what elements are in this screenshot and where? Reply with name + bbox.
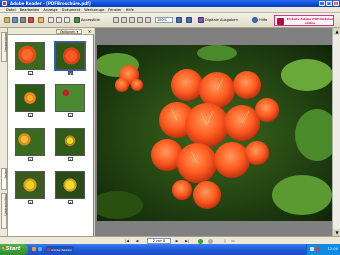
status-bar: |◀ ◀ 2 von 8 ▶ ▶| ▯ ▭ [0, 236, 340, 244]
thumbnail-page-4[interactable] [55, 84, 85, 112]
hand-tool-icon[interactable] [48, 17, 54, 23]
first-page-button[interactable]: |◀ [124, 239, 130, 244]
thumbnail-page-8[interactable] [55, 171, 85, 199]
menu-edit[interactable]: Bearbeiten [20, 8, 40, 12]
start-button[interactable]: Start [0, 244, 28, 255]
tab-bookmarks-label: Lesezeichen [3, 33, 8, 52]
help-label[interactable]: Hilfe [259, 18, 267, 22]
menu-file[interactable]: Datei [6, 8, 16, 12]
digital-editions-icon[interactable] [198, 17, 204, 23]
next-page-button[interactable]: ▶ [174, 239, 180, 244]
page-number-label: 7 [28, 200, 33, 205]
digital-editions-label[interactable]: Digitale Ausgaben [205, 18, 238, 22]
fit-width-icon[interactable] [145, 17, 151, 23]
email-icon[interactable] [28, 17, 34, 23]
continuous-page-icon[interactable]: ▭ [230, 239, 236, 244]
print-icon[interactable] [20, 17, 26, 23]
tab-bookmarks[interactable]: Lesezeichen [1, 32, 8, 62]
help-icon[interactable] [252, 17, 258, 23]
panel-header: Optionen ▾ × [8, 28, 94, 35]
save-icon[interactable] [12, 17, 18, 23]
snapshot-icon[interactable] [64, 17, 70, 23]
thumbnail-page-1[interactable] [15, 42, 45, 70]
accessible-label[interactable]: Accessible [81, 18, 100, 22]
thumbnail-page-3[interactable] [15, 84, 45, 112]
toolbar: Accessible 100% Digitale Ausgaben Hilfe … [0, 13, 340, 28]
maximize-button[interactable]: □ [326, 1, 332, 6]
page-thumbnails-panel: Optionen ▾ × 1 2 3 4 5 6 7 8 [8, 28, 94, 236]
document-view[interactable] [95, 28, 340, 236]
rotate-icon[interactable] [176, 17, 182, 23]
scroll-down-arrow-icon[interactable]: ▼ [333, 229, 340, 236]
system-tray: 12:00 [306, 244, 340, 255]
tab-pages-label: Seiten [3, 169, 8, 179]
page-photo-orange-azalea [97, 45, 333, 221]
page-number-label: 2 [68, 71, 73, 76]
options-button[interactable]: Optionen ▾ [56, 29, 82, 34]
tab-signatures[interactable]: Unterschriften [1, 193, 8, 229]
go-back-icon[interactable] [198, 238, 203, 244]
last-page-button[interactable]: ▶| [184, 239, 190, 244]
quicklaunch-icon[interactable] [38, 247, 42, 251]
network-icon[interactable] [310, 247, 314, 251]
menu-view[interactable]: Anzeige [43, 8, 57, 12]
flower-photo [97, 45, 333, 221]
page-number-label: 6 [68, 157, 73, 162]
zoom-in-icon[interactable] [113, 17, 119, 23]
start-label: Start [6, 246, 21, 252]
clock: 12:00 [327, 247, 338, 251]
create-pdf-online-banner[interactable]: Erstelle Adobe PDF-Dateien online [274, 15, 334, 26]
menu-document[interactable]: Dokument [62, 8, 81, 12]
thumbnail-page-5[interactable] [15, 128, 45, 156]
page-number-label: 4 [68, 113, 73, 118]
thumbnail-page-6[interactable] [55, 128, 85, 156]
go-forward-icon[interactable] [208, 238, 213, 244]
zoom-select[interactable]: 100% [155, 17, 173, 23]
close-panel-icon[interactable]: × [87, 29, 92, 34]
read-aloud-icon[interactable] [186, 17, 192, 23]
adobe-logo-icon [277, 18, 284, 25]
single-page-icon[interactable]: ▯ [222, 239, 228, 244]
page-number-label: 8 [68, 200, 73, 205]
menu-help[interactable]: Hilfe [126, 8, 134, 12]
banner-text: Erstelle Adobe PDF-Dateien online [286, 17, 334, 25]
fit-page-icon[interactable] [137, 17, 143, 23]
minimize-button[interactable]: _ [319, 1, 325, 6]
search-icon[interactable] [38, 17, 44, 23]
taskbar-adobe-reader[interactable]: Adobe Reader [46, 245, 74, 254]
security-icon[interactable] [316, 247, 320, 251]
windows-taskbar: Start Adobe Reader 12:00 [0, 244, 340, 255]
adobe-reader-icon [2, 1, 7, 6]
adobe-reader-window: Adobe Reader - [PDFBroschüre.pdf] _ □ × … [0, 0, 340, 255]
scroll-up-arrow-icon[interactable]: ▲ [333, 28, 340, 35]
task-label: Adobe Reader [51, 247, 73, 252]
vertical-scrollbar[interactable]: ▲ ▼ [332, 28, 340, 236]
accessible-icon[interactable] [74, 17, 80, 23]
adobe-reader-icon [47, 247, 50, 251]
previous-page-button[interactable]: ◀ [134, 239, 140, 244]
navigation-tabs: Lesezeichen Seiten Unterschriften [0, 28, 8, 236]
page-number-label: 3 [28, 113, 33, 118]
title-bar: Adobe Reader - [PDFBroschüre.pdf] _ □ × [0, 0, 340, 7]
menu-tools[interactable]: Werkzeuge [84, 8, 104, 12]
open-icon[interactable] [4, 17, 10, 23]
page-number-label: 5 [28, 157, 33, 162]
window-title: Adobe Reader - [PDFBroschüre.pdf] [10, 1, 91, 6]
thumbnail-page-7[interactable] [15, 171, 45, 199]
actual-size-icon[interactable] [129, 17, 135, 23]
quicklaunch-icon[interactable] [32, 247, 36, 251]
thumbnail-page-2[interactable] [54, 41, 86, 71]
tab-signatures-label: Unterschriften [3, 194, 8, 216]
select-text-icon[interactable] [56, 17, 62, 23]
menu-window[interactable]: Fenster [108, 8, 121, 12]
tab-pages[interactable]: Seiten [1, 168, 8, 190]
page-number-label: 1 [28, 71, 33, 76]
zoom-out-icon[interactable] [121, 17, 127, 23]
windows-logo-icon [1, 247, 6, 251]
close-button[interactable]: × [333, 1, 339, 6]
